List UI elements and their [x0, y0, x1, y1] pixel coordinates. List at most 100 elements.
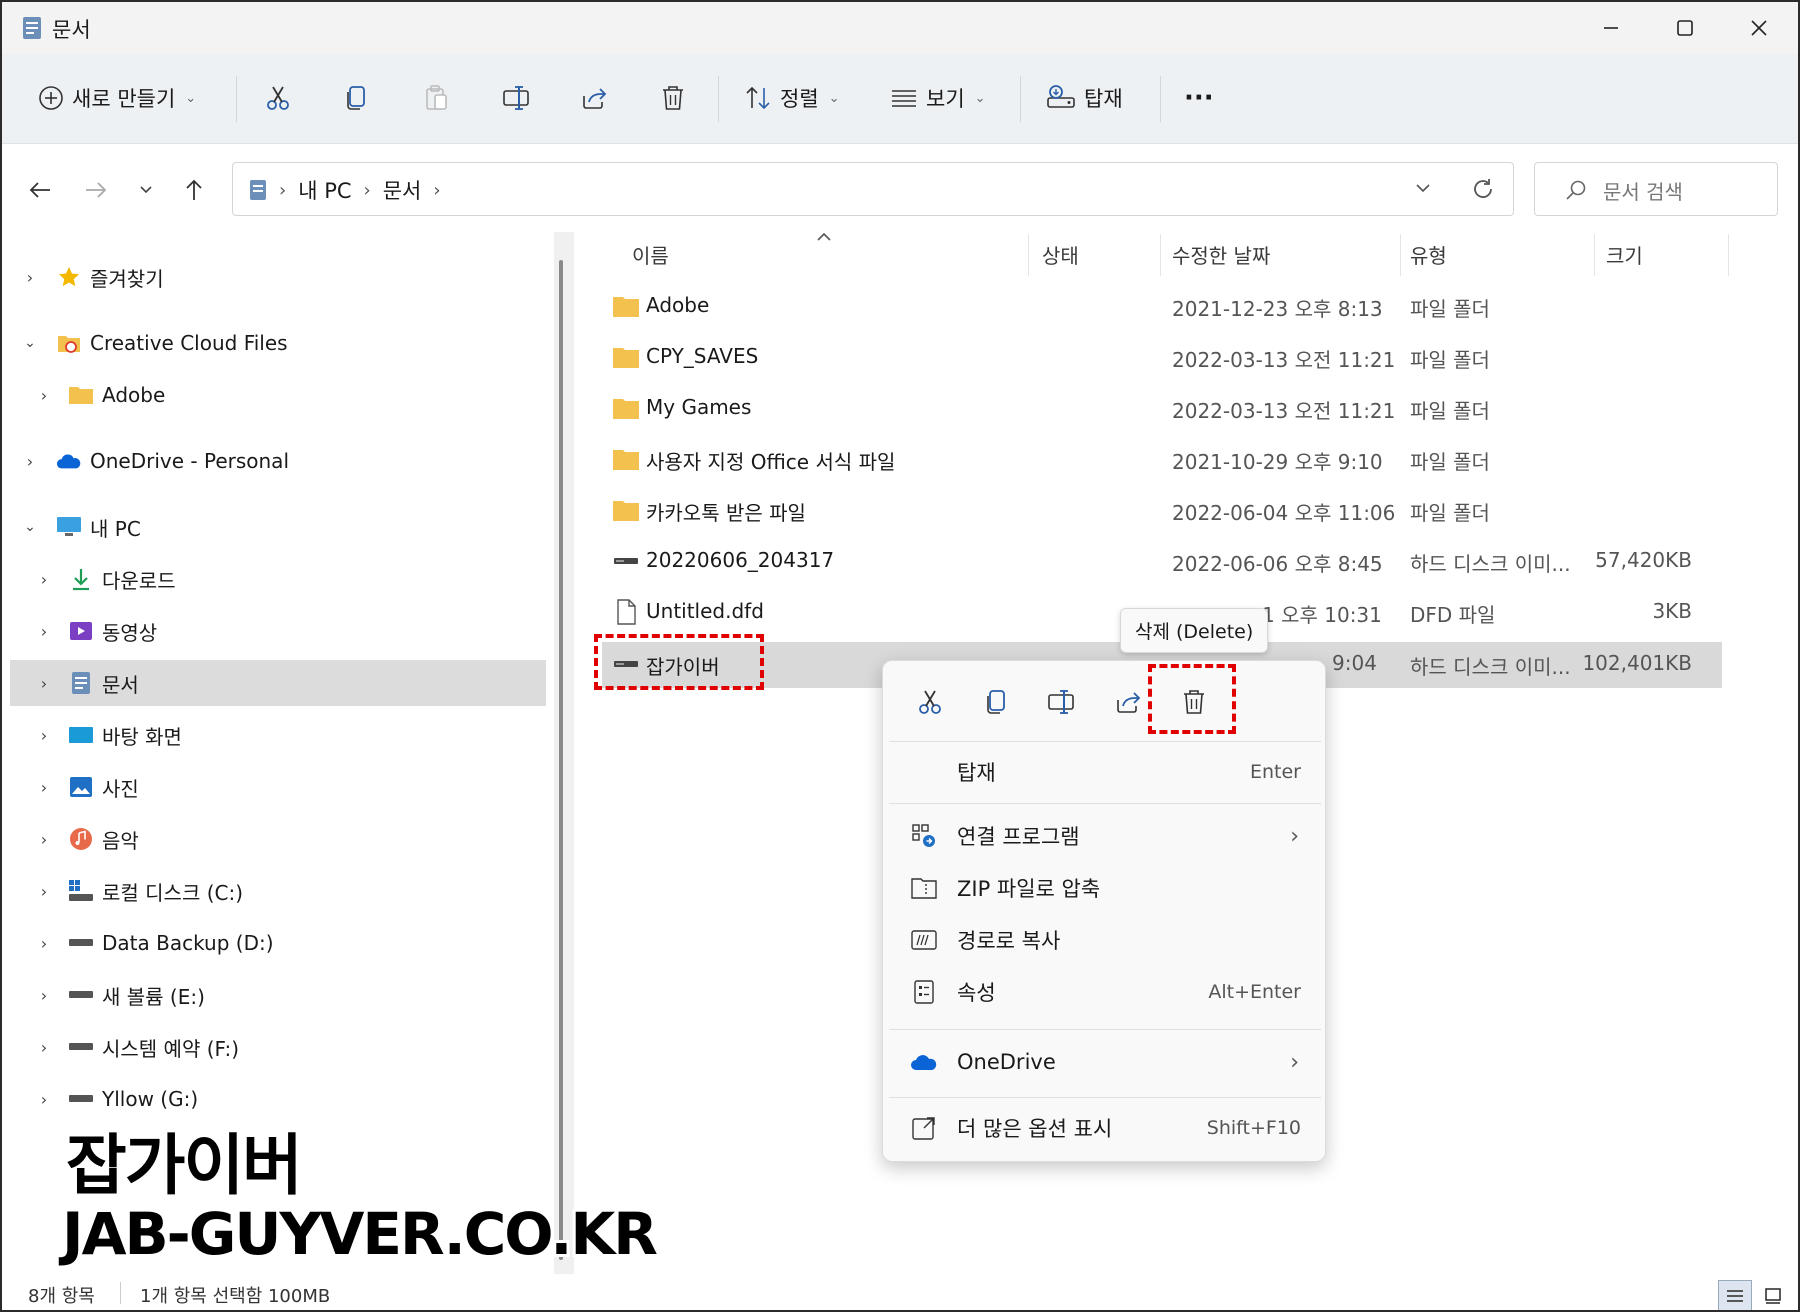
table-row[interactable]: Adobe 2021-12-23 오후 8:13 파일 폴더 — [602, 284, 1722, 330]
context-rename-button[interactable] — [1039, 679, 1085, 725]
column-header-name[interactable]: 이름 — [632, 240, 669, 269]
sidebar-item-documents[interactable]: › 문서 — [10, 660, 546, 706]
column-header-status[interactable]: 상태 — [1042, 240, 1079, 269]
maximize-icon — [1677, 20, 1693, 36]
forward-button[interactable] — [78, 172, 114, 208]
breadcrumb-documents[interactable]: 문서 — [383, 175, 422, 205]
sidebar-item-drive-c[interactable]: › 로컬 디스크 (C:) — [10, 868, 546, 914]
close-button[interactable] — [1722, 2, 1796, 54]
toolbar-divider — [718, 76, 719, 122]
table-row[interactable]: 사용자 지정 Office 서식 파일 2021-10-29 오후 9:10 파… — [602, 437, 1722, 483]
new-button[interactable]: 새로 만들기 ⌄ — [38, 74, 196, 122]
breadcrumb-my-pc[interactable]: 내 PC — [298, 175, 351, 205]
context-share-button[interactable] — [1105, 679, 1151, 725]
menu-item-properties[interactable]: 속성 Alt+Enter — [889, 967, 1321, 1017]
chevron-down-icon[interactable]: ⌄ — [20, 335, 40, 351]
chevron-down-icon[interactable]: ⌄ — [20, 519, 40, 535]
sidebar-item-my-pc[interactable]: ⌄ 내 PC — [10, 504, 546, 550]
chevron-right-icon[interactable]: › — [34, 726, 54, 745]
chevron-right-icon[interactable]: › — [20, 268, 40, 287]
maximize-button[interactable] — [1648, 2, 1722, 54]
chevron-right-icon[interactable]: › — [34, 622, 54, 641]
copy-button[interactable] — [342, 74, 370, 122]
mount-button[interactable]: 탑재 — [1046, 74, 1123, 122]
sidebar-item-drive-f[interactable]: › 시스템 예약 (F:) — [10, 1024, 546, 1070]
sidebar-item-label: 시스템 예약 (F:) — [102, 1036, 240, 1061]
sidebar-scrollbar-thumb[interactable] — [559, 260, 563, 1260]
column-divider[interactable] — [1728, 234, 1729, 276]
menu-item-label: 속성 — [957, 981, 996, 1005]
sidebar-item-drive-d[interactable]: › Data Backup (D:) — [10, 920, 546, 966]
sidebar-item-desktop[interactable]: › 바탕 화면 — [10, 712, 546, 758]
chevron-right-icon[interactable]: › — [34, 882, 54, 901]
more-button[interactable]: ··· — [1184, 74, 1214, 122]
view-button[interactable]: 보기 ⌄ — [890, 74, 986, 122]
menu-item-compress-zip[interactable]: ZIP 파일로 압축 — [889, 863, 1321, 913]
chevron-right-icon[interactable]: › — [20, 452, 40, 471]
sidebar-item-onedrive[interactable]: › OneDrive - Personal — [10, 438, 546, 484]
chevron-down-icon: ⌄ — [974, 90, 986, 106]
sidebar-scrollbar-track[interactable] — [554, 232, 574, 1274]
chevron-right-icon[interactable]: › — [34, 1090, 54, 1109]
chevron-right-icon[interactable]: › — [34, 1038, 54, 1057]
close-icon — [1751, 20, 1767, 36]
sort-button[interactable]: 정렬 ⌄ — [744, 74, 840, 122]
sidebar-item-drive-e[interactable]: › 새 볼륨 (E:) — [10, 972, 546, 1018]
sidebar-item-pictures[interactable]: › 사진 — [10, 764, 546, 810]
up-button[interactable] — [176, 172, 212, 208]
recent-locations-button[interactable] — [128, 172, 164, 208]
column-divider[interactable] — [1160, 234, 1161, 276]
chevron-right-icon: › — [1290, 823, 1299, 849]
table-row[interactable]: 카카오톡 받은 파일 2022-06-04 오후 11:06 파일 폴더 — [602, 488, 1722, 534]
sidebar-item-label: 사진 — [102, 776, 139, 801]
menu-item-copy-path[interactable]: 경로로 복사 — [889, 915, 1321, 965]
menu-item-label: ZIP 파일로 압축 — [957, 877, 1101, 901]
column-header-type[interactable]: 유형 — [1410, 240, 1447, 269]
column-header-modified[interactable]: 수정한 날짜 — [1172, 240, 1270, 269]
chevron-right-icon[interactable]: › — [34, 386, 54, 405]
share-button[interactable] — [580, 74, 608, 122]
context-cut-button[interactable] — [907, 679, 953, 725]
sidebar-item-music[interactable]: › 음악 — [10, 816, 546, 862]
sort-ascending-icon — [817, 232, 831, 241]
sidebar-item-downloads[interactable]: › 다운로드 — [10, 556, 546, 602]
menu-item-onedrive[interactable]: OneDrive › — [889, 1037, 1321, 1087]
menu-item-mount[interactable]: 탑재 Enter — [889, 747, 1321, 797]
command-bar: 새로 만들기 ⌄ 정렬 ⌄ 보기 ⌄ 탑재 ··· — [2, 54, 1798, 144]
chevron-right-icon[interactable]: › — [34, 830, 54, 849]
rename-button[interactable] — [502, 74, 532, 122]
share-icon — [1117, 692, 1141, 713]
chevron-right-icon[interactable]: › — [34, 570, 54, 589]
table-row[interactable]: 20220606_204317 2022-06-06 오후 8:45 하드 디스… — [602, 539, 1722, 585]
address-bar[interactable]: › 내 PC › 문서 › — [232, 162, 1514, 216]
cut-button[interactable] — [264, 74, 292, 122]
paste-button[interactable] — [422, 74, 450, 122]
menu-item-more-options[interactable]: 더 많은 옵션 표시 Shift+F10 — [889, 1103, 1321, 1153]
sidebar-item-label: OneDrive - Personal — [90, 449, 289, 473]
search-box[interactable]: 문서 검색 — [1534, 162, 1778, 216]
chevron-right-icon[interactable]: › — [34, 674, 54, 693]
context-copy-button[interactable] — [973, 679, 1019, 725]
details-view-button[interactable] — [1718, 1280, 1752, 1310]
chevron-down-icon[interactable] — [1415, 183, 1431, 195]
column-divider[interactable] — [1028, 234, 1029, 276]
table-row[interactable]: My Games 2022-03-13 오전 11:21 파일 폴더 — [602, 386, 1722, 432]
menu-item-open-with[interactable]: 연결 프로그램 › — [889, 811, 1321, 861]
file-name: 사용자 지정 Office 서식 파일 — [646, 450, 896, 474]
chevron-right-icon[interactable]: › — [34, 778, 54, 797]
table-row[interactable]: CPY_SAVES 2022-03-13 오전 11:21 파일 폴더 — [602, 335, 1722, 381]
column-divider[interactable] — [1594, 234, 1595, 276]
tiles-view-button[interactable] — [1756, 1280, 1790, 1310]
chevron-right-icon[interactable]: › — [34, 986, 54, 1005]
column-header-size[interactable]: 크기 — [1606, 240, 1643, 269]
column-divider[interactable] — [1400, 234, 1401, 276]
sidebar-item-favorites[interactable]: › 즐겨찾기 — [10, 254, 546, 300]
sidebar-item-creative-cloud[interactable]: ⌄ Creative Cloud Files — [10, 320, 546, 366]
refresh-icon[interactable] — [1471, 177, 1495, 201]
minimize-button[interactable] — [1574, 2, 1648, 54]
sidebar-item-videos[interactable]: › 동영상 — [10, 608, 546, 654]
sidebar-item-adobe[interactable]: › Adobe — [10, 372, 546, 418]
delete-button[interactable] — [660, 74, 686, 122]
back-button[interactable] — [22, 172, 58, 208]
chevron-right-icon[interactable]: › — [34, 934, 54, 953]
